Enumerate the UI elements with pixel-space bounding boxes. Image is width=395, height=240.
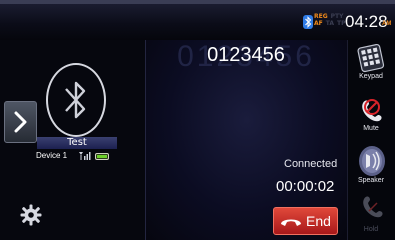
mute-label: Mute [363,125,379,132]
keypad-button[interactable]: Keypad [347,40,395,88]
battery-icon [95,153,109,160]
keypad-label: Keypad [359,73,383,80]
status-bar: REG PTY AF TA TP 04:28 AM [0,0,395,40]
device-label: Device 1 [36,151,68,160]
signal-strength-icon [79,152,91,160]
speaker-label: Speaker [357,177,385,184]
hold-icon [363,196,383,218]
bluetooth-icon [65,81,86,119]
flag-reg: REG [314,13,328,20]
hang-up-icon [281,219,301,226]
call-duration: 00:00:02 [276,178,335,195]
flag-ta: TA [325,20,335,27]
end-call-label: End [306,213,331,229]
handsfree-call-screen: REGPTY AFTATP 04:28 AM Test Device 1 [0,0,395,240]
chevron-right-icon [14,111,27,133]
bluetooth-status-icon [303,15,313,29]
expand-panel-button[interactable] [4,101,37,143]
flag-af: AF [314,20,323,27]
call-status: Connected [284,158,338,170]
flag-pty: PTY [330,13,344,20]
clock-ampm: AM [382,21,392,27]
speaker-button[interactable]: Speaker [347,144,395,192]
radio-flags: REG PTY AF TA TP [314,13,349,27]
mute-icon [362,99,382,122]
hold-label: Hold [363,226,379,233]
gear-icon[interactable] [20,204,42,226]
keypad-icon [357,43,385,73]
top-divider [0,0,395,4]
speaker-icon [359,146,385,176]
dialed-number: 0123456 [207,44,285,66]
device-name: Test [37,137,117,149]
bluetooth-device-icon [46,63,106,137]
end-call-button[interactable]: End [273,207,338,235]
mute-button[interactable]: Mute [347,92,395,140]
hold-button[interactable]: Hold [347,193,395,240]
